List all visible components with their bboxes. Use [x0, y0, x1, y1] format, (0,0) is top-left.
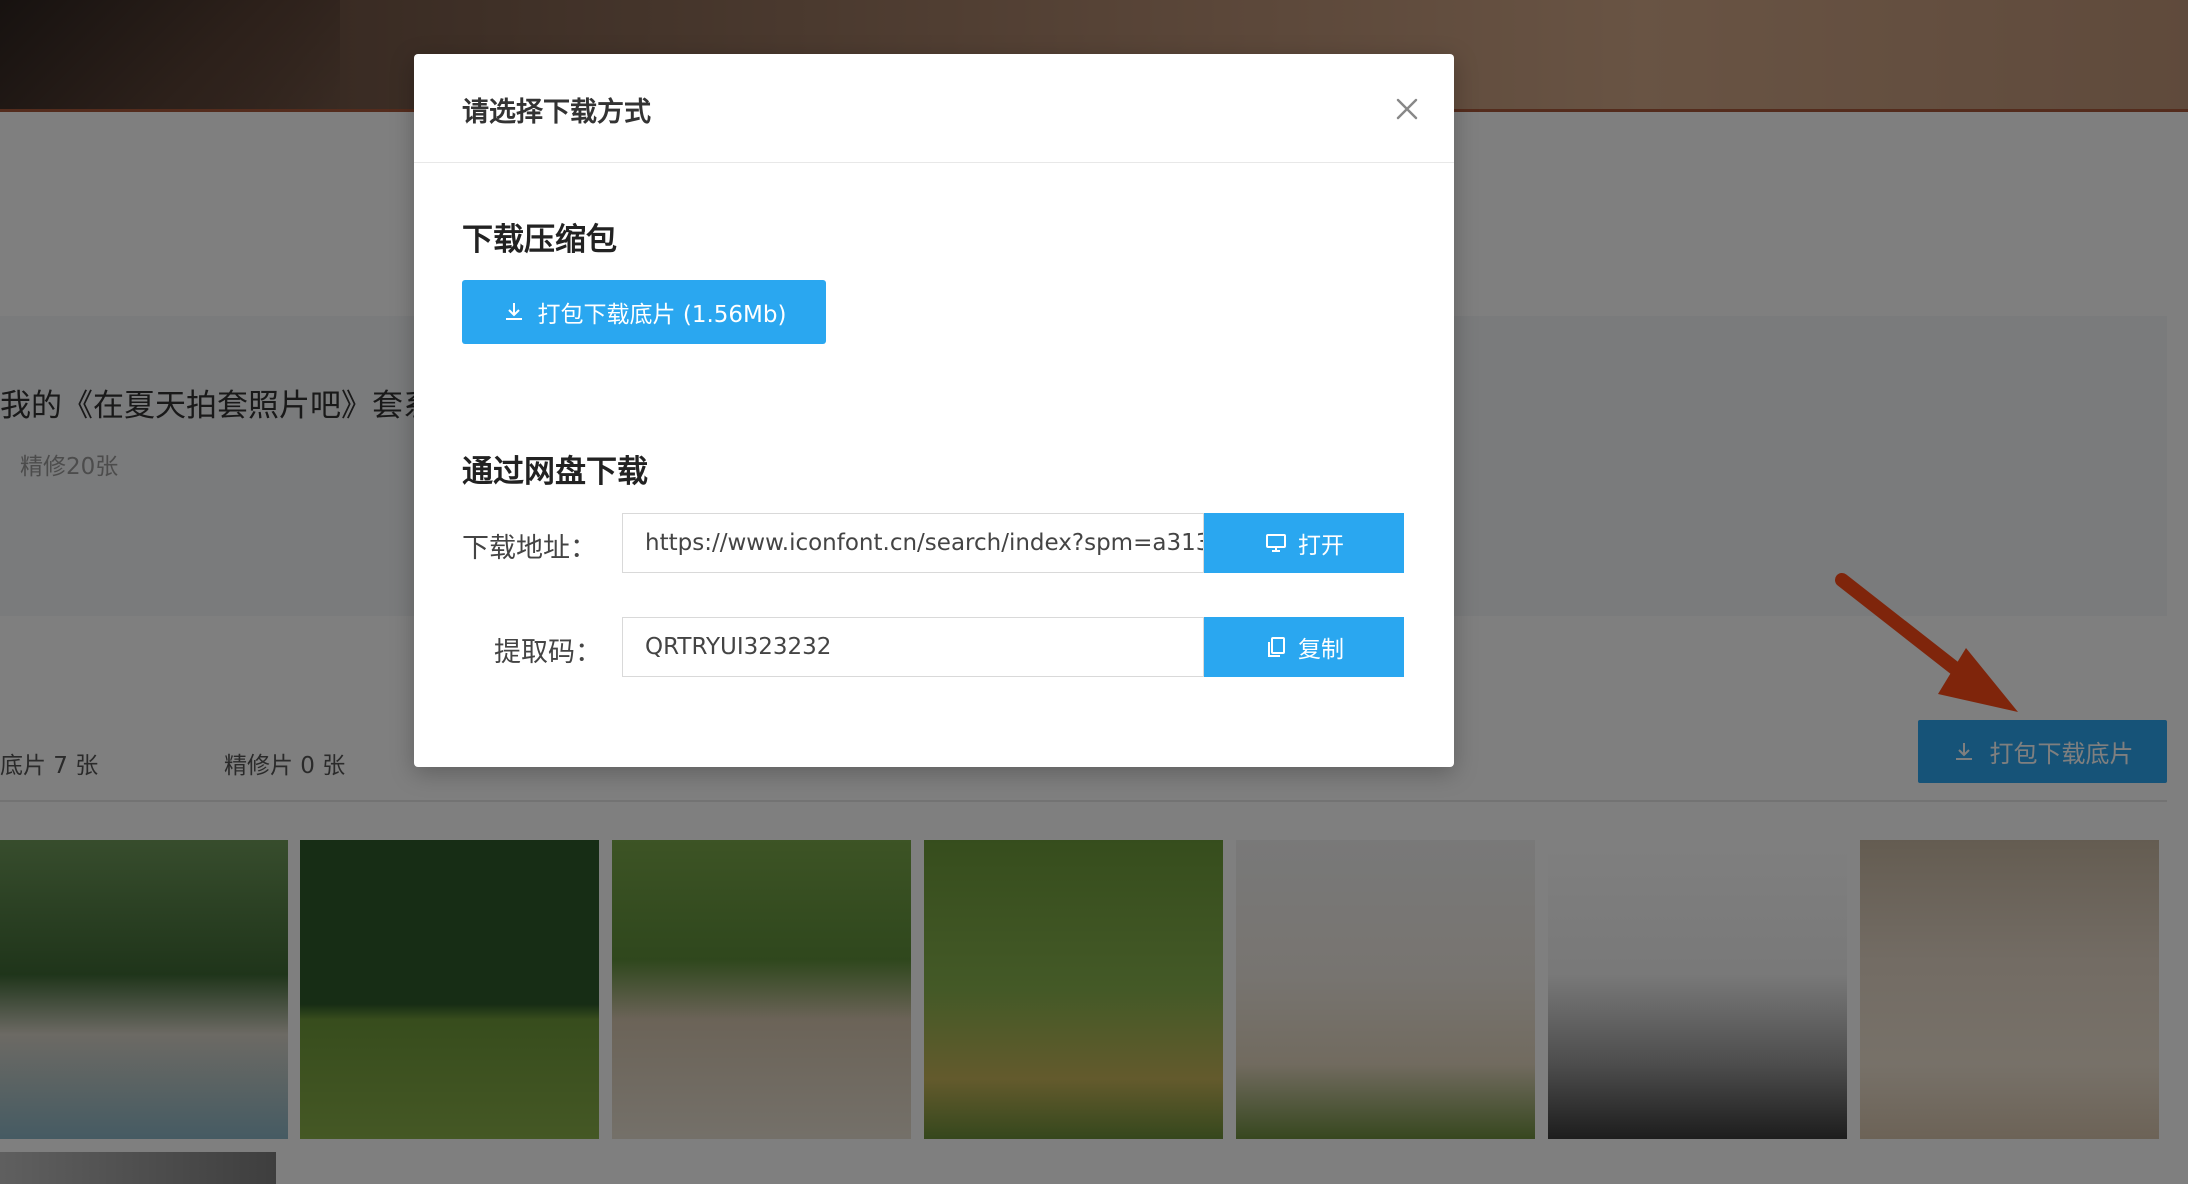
netdisk-section-title: 通过网盘下载: [462, 454, 648, 490]
address-label: 下载地址：: [462, 533, 597, 564]
modal-header: 请选择下载方式: [414, 54, 1454, 163]
monitor-icon: [1264, 531, 1288, 555]
download-zip-label: 打包下载底片 (1.56Mb): [537, 302, 787, 328]
open-button-label: 打开: [1298, 533, 1344, 559]
download-zip-button[interactable]: 打包下载底片 (1.56Mb): [462, 280, 826, 344]
open-button[interactable]: 打开: [1204, 513, 1404, 573]
copy-button[interactable]: 复制: [1204, 617, 1404, 677]
close-button[interactable]: [1392, 94, 1422, 124]
copy-icon: [1264, 635, 1288, 659]
address-field[interactable]: https://www.iconfont.cn/search/index?spm…: [622, 513, 1204, 573]
modal-title: 请选择下载方式: [462, 97, 651, 128]
zip-section-title: 下载压缩包: [462, 222, 617, 258]
copy-button-label: 复制: [1298, 637, 1344, 663]
code-label: 提取码：: [494, 637, 602, 668]
code-field[interactable]: QRTRYUI323232: [622, 617, 1204, 677]
download-modal: 请选择下载方式 下载压缩包 打包下载底片 (1.56Mb) 通过网盘下载 下载地…: [414, 54, 1454, 767]
download-icon: [502, 300, 526, 324]
close-icon: [1392, 98, 1422, 128]
